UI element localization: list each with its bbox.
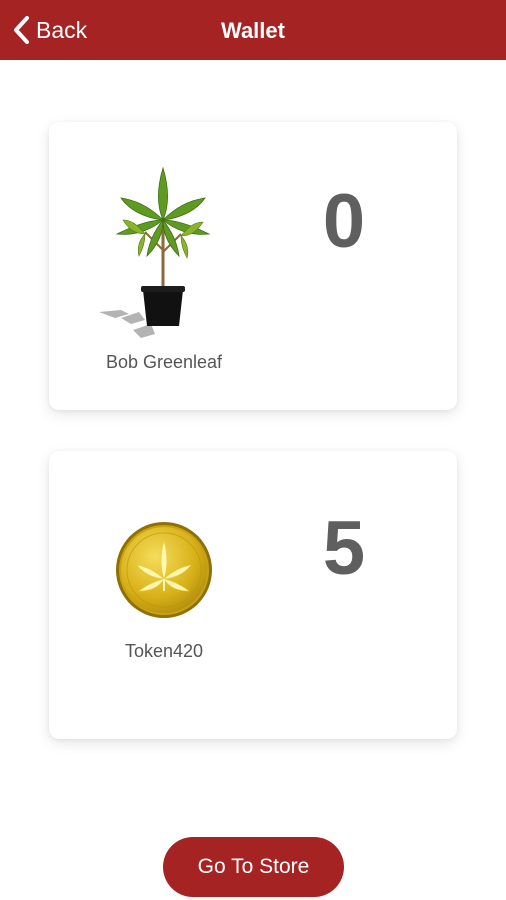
- wallet-item-card: Token420 5: [49, 451, 457, 739]
- plant-icon: [99, 166, 211, 338]
- item-name: Token420: [124, 641, 204, 661]
- coin-icon: [116, 522, 212, 618]
- nav-bar: Back Wallet: [0, 0, 506, 60]
- item-count: 0: [322, 179, 366, 264]
- go-to-store-button[interactable]: Go To Store: [163, 837, 344, 897]
- item-name: Bob Greenleaf: [105, 352, 223, 372]
- wallet-item-card: Bob Greenleaf 0: [49, 122, 457, 410]
- item-count: 5: [322, 506, 366, 591]
- page-title: Wallet: [221, 18, 285, 43]
